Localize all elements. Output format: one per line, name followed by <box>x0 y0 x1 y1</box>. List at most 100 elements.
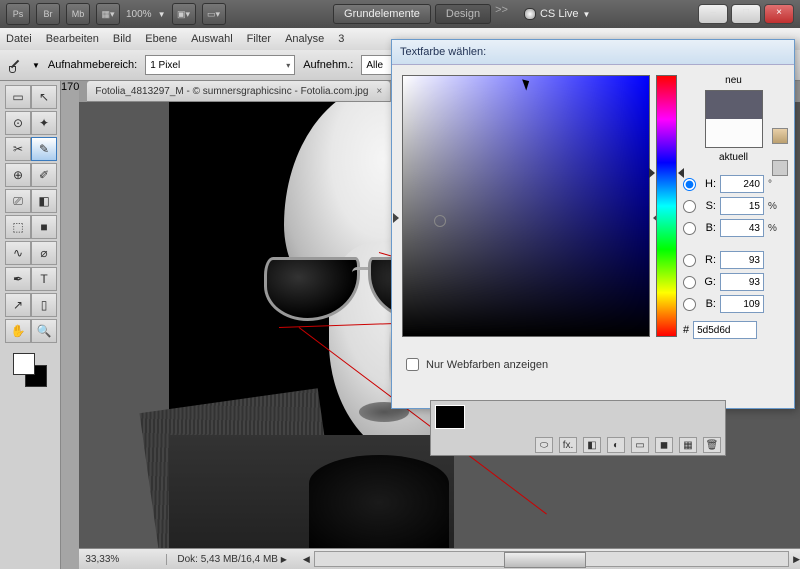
sample-size-label: Aufnahmebereich: <box>48 59 137 71</box>
color-current-swatch <box>706 119 762 147</box>
menu-datei[interactable]: Datei <box>6 33 32 45</box>
unit-s: % <box>768 201 780 212</box>
hue-cursor-left-icon[interactable] <box>649 168 655 178</box>
layout-icon[interactable]: ▦▾ <box>96 3 120 25</box>
tool-11[interactable]: ■ <box>31 215 57 239</box>
radio-h[interactable] <box>683 178 696 191</box>
tool-15[interactable]: T <box>31 267 57 291</box>
tool-0[interactable]: ▭ <box>5 85 31 109</box>
unit-b: % <box>768 223 780 234</box>
color-swatches[interactable] <box>11 351 49 389</box>
color-current-label: aktuell <box>719 152 748 163</box>
panel-icon-7[interactable]: 🗑 <box>703 437 721 453</box>
sample-size-dropdown[interactable]: 1 Pixel <box>145 55 295 75</box>
workspace-design[interactable]: Design <box>435 4 491 24</box>
menu-bild[interactable]: Bild <box>113 33 131 45</box>
zoom-display[interactable]: 100% <box>126 9 152 20</box>
hue-cursor-right-icon[interactable] <box>678 168 684 178</box>
input-h[interactable] <box>720 175 764 193</box>
label-h: H: <box>700 178 716 190</box>
horizontal-scrollbar[interactable] <box>314 551 789 567</box>
panel-icon-3[interactable]: ◐ <box>607 437 625 453</box>
cs-live-icon <box>524 8 536 20</box>
label-g: G: <box>700 276 716 288</box>
tool-8[interactable]: ⎚ <box>5 189 31 213</box>
tool-14[interactable]: ✒ <box>5 267 31 291</box>
input-hex[interactable] <box>693 321 757 339</box>
panel-icon-6[interactable]: ▦ <box>679 437 697 453</box>
tool-7[interactable]: ✐ <box>31 163 57 187</box>
color-picker-dialog: Textfarbe wählen: neu aktuell H:° S:% <box>391 39 795 409</box>
panel-icon-0[interactable]: ⬭ <box>535 437 553 453</box>
cs-live[interactable]: CS Live▼ <box>524 8 590 20</box>
input-r[interactable] <box>720 251 764 269</box>
web-colors-only[interactable]: Nur Webfarben anzeigen <box>402 355 794 374</box>
tool-2[interactable]: ⊙ <box>5 111 31 135</box>
panel-icon-5[interactable]: ◼ <box>655 437 673 453</box>
scroll-thumb[interactable] <box>504 552 586 568</box>
menu-filter[interactable]: Filter <box>247 33 271 45</box>
menu-bearbeiten[interactable]: Bearbeiten <box>46 33 99 45</box>
tool-16[interactable]: ↗ <box>5 293 31 317</box>
radio-g[interactable] <box>683 276 696 289</box>
tool-12[interactable]: ∿ <box>5 241 31 265</box>
window-maximize[interactable]: □ <box>731 4 761 24</box>
layer-thumb[interactable] <box>435 405 465 429</box>
input-bc[interactable] <box>720 295 764 313</box>
tool-19[interactable]: 🔍 <box>31 319 57 343</box>
radio-r[interactable] <box>683 254 696 267</box>
tool-17[interactable]: ▯ <box>31 293 57 317</box>
panel-icon-4[interactable]: ▭ <box>631 437 649 453</box>
cube-icon[interactable] <box>772 128 788 144</box>
document-tab[interactable]: Fotolia_4813297_M - © sumnersgraphicsinc… <box>87 81 390 102</box>
status-bar: 33,33% Dok: 5,43 MB/16,4 MB ▶ ◀ ▶ <box>79 548 800 569</box>
foreground-swatch[interactable] <box>13 353 35 375</box>
sv-cursor-icon[interactable] <box>434 215 446 227</box>
tool-13[interactable]: ⌀ <box>31 241 57 265</box>
zoom-field[interactable]: 33,33% <box>79 554 167 565</box>
radio-b[interactable] <box>683 222 696 235</box>
window-minimize[interactable]: – <box>698 4 728 24</box>
input-s[interactable] <box>720 197 764 215</box>
window-close[interactable]: × <box>764 4 794 24</box>
tool-5[interactable]: ✎ <box>31 137 57 161</box>
saturation-value-field[interactable] <box>402 75 650 337</box>
menu-3d[interactable]: 3 <box>338 33 344 45</box>
web-colors-checkbox[interactable] <box>406 358 419 371</box>
panel-icon-1[interactable]: fx. <box>559 437 577 453</box>
layers-panel-footer: ⬭ fx. ◧ ◐ ▭ ◼ ▦ 🗑 <box>430 400 726 456</box>
color-compare[interactable] <box>705 90 763 148</box>
tool-10[interactable]: ⬚ <box>5 215 31 239</box>
tool-4[interactable]: ✂ <box>5 137 31 161</box>
menu-analyse[interactable]: Analyse <box>285 33 324 45</box>
menu-ebene[interactable]: Ebene <box>145 33 177 45</box>
label-s: S: <box>700 200 716 212</box>
tool-1[interactable]: ↖ <box>31 85 57 109</box>
menu-auswahl[interactable]: Auswahl <box>191 33 233 45</box>
doc-size-label: Dok: <box>177 554 198 565</box>
eyedropper-tool-icon <box>6 56 24 74</box>
tool-9[interactable]: ◧ <box>31 189 57 213</box>
input-b[interactable] <box>720 219 764 237</box>
workspace-more-icon[interactable]: >> <box>495 4 508 24</box>
dialog-title[interactable]: Textfarbe wählen: <box>392 40 794 65</box>
panel-icon-2[interactable]: ◧ <box>583 437 601 453</box>
slice-icon[interactable] <box>772 160 788 176</box>
radio-bc[interactable] <box>683 298 696 311</box>
workspace-essentials[interactable]: Grundelemente <box>333 4 431 24</box>
document-tab-label: Fotolia_4813297_M - © sumnersgraphicsinc… <box>95 86 368 97</box>
minibridge-icon[interactable]: Mb <box>66 3 90 25</box>
color-new-swatch <box>706 91 762 119</box>
arrange-icon[interactable]: ▣▾ <box>172 3 196 25</box>
tool-6[interactable]: ⊕ <box>5 163 31 187</box>
input-g[interactable] <box>720 273 764 291</box>
bridge-icon[interactable]: Br <box>36 3 60 25</box>
close-icon[interactable]: × <box>376 86 382 97</box>
tool-3[interactable]: ✦ <box>31 111 57 135</box>
label-r: R: <box>700 254 716 266</box>
hue-slider[interactable] <box>656 75 677 337</box>
radio-s[interactable] <box>683 200 696 213</box>
screen-mode-icon[interactable]: ▭▾ <box>202 3 226 25</box>
tool-18[interactable]: ✋ <box>5 319 31 343</box>
sv-arrow-left-icon <box>393 213 399 223</box>
